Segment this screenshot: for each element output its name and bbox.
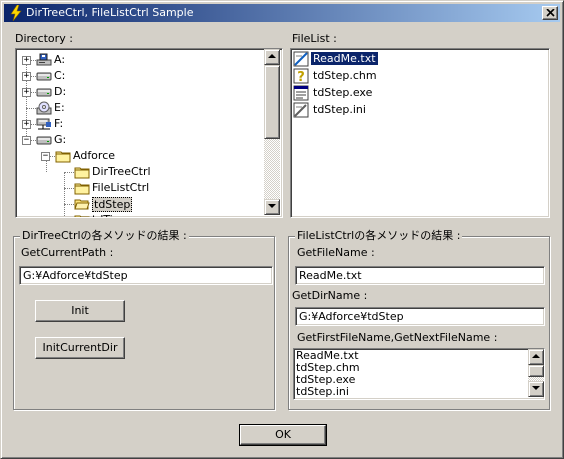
- window-title: DirTreeCtrl, FileListCtrl Sample: [26, 6, 194, 19]
- tree-item-label: D:: [54, 85, 67, 98]
- close-button[interactable]: [542, 6, 558, 20]
- tree-item[interactable]: DirTreeCtrl: [16, 164, 264, 180]
- file-list-item[interactable]: tdStep.exe: [293, 85, 413, 101]
- dir-name-field[interactable]: G:¥Adforce¥tdStep: [295, 307, 545, 326]
- file-list[interactable]: ReadMe.txt? tdStep.chm tdStep.exe tdStep.in…: [290, 48, 550, 218]
- expand-icon[interactable]: +: [22, 88, 31, 97]
- file-list-item[interactable]: ? tdStep.chm: [293, 68, 413, 85]
- tree-item[interactable]: tdStep: [16, 196, 264, 212]
- folder-icon: [55, 149, 71, 163]
- arrow-up-icon: [268, 54, 276, 58]
- hard-drive-icon: [36, 69, 52, 83]
- tree-item[interactable]: E:: [16, 100, 264, 116]
- filelist-group-title: FileListCtrlの各メソッドの結果 :: [295, 229, 463, 242]
- scroll-down-button[interactable]: [264, 199, 280, 215]
- ok-button[interactable]: OK: [239, 424, 327, 446]
- network-drive-icon: [36, 117, 52, 131]
- folder-icon: [74, 165, 90, 179]
- file-name-label: tdStep.ini: [313, 103, 366, 116]
- hard-drive-icon: [36, 85, 52, 99]
- file-list-content: ReadMe.txt? tdStep.chm tdStep.exe tdStep.in…: [291, 51, 547, 211]
- scroll-thumb[interactable]: [264, 65, 280, 139]
- folder-icon: [74, 181, 90, 195]
- current-path-field[interactable]: G:¥Adforce¥tdStep: [19, 266, 273, 285]
- tree-item-label: A:: [54, 53, 66, 66]
- tree-item[interactable]: tdTimer: [16, 212, 264, 217]
- tree-item-label: FileListCtrl: [92, 181, 150, 194]
- file-name-field[interactable]: ReadMe.txt: [295, 266, 545, 285]
- file-name-label: tdStep.chm: [313, 69, 377, 82]
- file-list-item[interactable]: tdStep.ini: [293, 102, 413, 118]
- tree-item[interactable]: − Adforce: [16, 148, 264, 164]
- exe-file-icon: [293, 85, 309, 101]
- tree-item-label: tdStep: [92, 197, 133, 212]
- filelist-label: FileList :: [292, 32, 337, 45]
- listbox-item[interactable]: tdStep.ini: [295, 386, 527, 398]
- hard-drive-icon: [36, 133, 52, 147]
- collapse-icon[interactable]: −: [22, 136, 31, 145]
- init-current-dir-button[interactable]: InitCurrentDir: [35, 337, 125, 359]
- directory-label: Directory :: [15, 32, 73, 45]
- expand-icon[interactable]: +: [22, 72, 31, 81]
- listbox-scroll-up-button[interactable]: [528, 349, 544, 365]
- dirtree-group-title: DirTreeCtrlの各メソッドの結果 :: [20, 229, 189, 242]
- file-names-listbox[interactable]: ReadMe.txt tdStep.chm tdStep.exe tdStep.ini: [293, 348, 545, 400]
- tree-item-label: G:: [54, 133, 67, 146]
- cd-drive-icon: [36, 101, 52, 115]
- arrow-down-icon: [268, 204, 276, 208]
- directory-tree[interactable]: + A: + C: + D: E: + F: − G: − Adforce DirTreeCtrl File…: [15, 48, 283, 218]
- tree-item[interactable]: + A:: [16, 52, 264, 68]
- listbox-scroll-thumb[interactable]: [528, 365, 544, 377]
- tree-item-label: DirTreeCtrl: [92, 165, 151, 178]
- tree-connector-line: [64, 172, 74, 173]
- scroll-up-button[interactable]: [264, 49, 280, 65]
- listbox-scrollbar[interactable]: [528, 349, 544, 397]
- tree-item-label: Adforce: [73, 149, 116, 162]
- tree-item-label: tdTimer: [92, 212, 135, 217]
- expand-icon[interactable]: +: [22, 120, 31, 129]
- init-button[interactable]: Init: [35, 300, 125, 322]
- ini-file-icon: [293, 102, 309, 118]
- collapse-icon[interactable]: −: [41, 152, 50, 161]
- listbox-content: ReadMe.txt tdStep.chm tdStep.exe tdStep.ini: [295, 350, 527, 398]
- arrow-down-icon: [532, 386, 540, 390]
- get-first-next-label: GetFirstFileName,GetNextFileName :: [297, 331, 498, 344]
- folder-icon: [74, 213, 90, 217]
- file-name-label: ReadMe.txt: [310, 51, 379, 66]
- listbox-scroll-down-button[interactable]: [528, 381, 544, 397]
- tree-item[interactable]: FileListCtrl: [16, 180, 264, 196]
- tree-item[interactable]: + D:: [16, 84, 264, 100]
- title-bar[interactable]: DirTreeCtrl, FileListCtrl Sample: [4, 4, 560, 22]
- tree-scrollbar[interactable]: [264, 49, 280, 215]
- tree-content: + A: + C: + D: E: + F: − G: − Adforce DirTreeCtrl File…: [16, 49, 264, 217]
- get-dir-name-label: GetDirName :: [292, 289, 368, 302]
- file-name-label: tdStep.exe: [313, 86, 373, 99]
- tree-item[interactable]: + F:: [16, 116, 264, 132]
- get-file-name-label: GetFileName :: [297, 246, 375, 259]
- dialog-window: DirTreeCtrl, FileListCtrl Sample Directo…: [0, 0, 564, 459]
- expand-icon[interactable]: +: [22, 56, 31, 65]
- get-current-path-label: GetCurrentPath :: [21, 246, 114, 259]
- help-file-icon: ?: [293, 68, 309, 85]
- tree-connector-line: [64, 188, 74, 189]
- close-icon: [546, 9, 555, 17]
- tree-item[interactable]: − G:: [16, 132, 264, 148]
- tree-item-label: C:: [54, 69, 66, 82]
- tree-connector-line: [26, 108, 36, 109]
- file-list-item[interactable]: ReadMe.txt: [293, 51, 413, 67]
- text-file-icon: [293, 51, 309, 67]
- floppy-drive-icon: [36, 53, 52, 67]
- tree-connector-line: [64, 204, 74, 205]
- tree-item[interactable]: + C:: [16, 68, 264, 84]
- tree-item-label: F:: [54, 117, 64, 130]
- dirtree-results-group: DirTreeCtrlの各メソッドの結果 :: [13, 230, 275, 410]
- svg-text:?: ?: [297, 70, 305, 84]
- arrow-up-icon: [532, 354, 540, 358]
- folder-open-icon: [74, 197, 90, 211]
- tree-item-label: E:: [54, 101, 65, 114]
- lightning-icon: [10, 5, 22, 21]
